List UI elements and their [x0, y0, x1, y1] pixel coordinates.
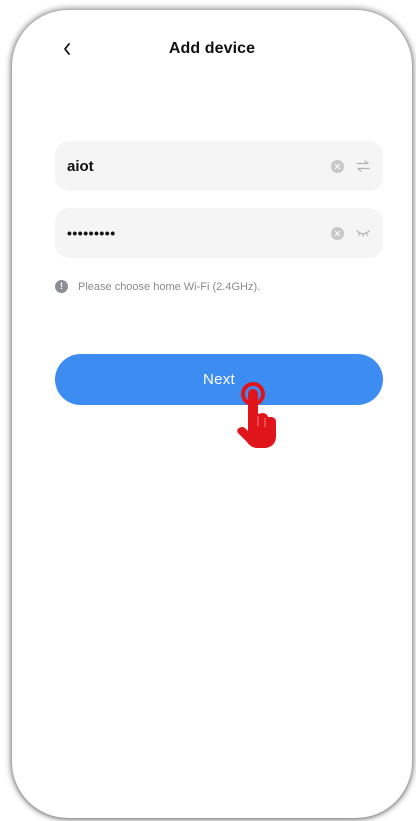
next-button[interactable]: Next	[55, 354, 383, 405]
phone-frame: Add device aiot ••••••••• ! Please choos…	[12, 10, 412, 818]
eye-closed-icon[interactable]	[355, 225, 371, 241]
page-title: Add device	[168, 40, 256, 57]
screen: Add device aiot ••••••••• ! Please choos…	[0, 0, 416, 821]
wifi-ssid-field[interactable]: aiot	[55, 141, 383, 191]
swap-arrows-icon[interactable]	[355, 158, 371, 174]
wifi-password-value[interactable]: •••••••••	[67, 225, 331, 241]
wifi-hint-text: Please choose home Wi-Fi (2.4GHz).	[78, 280, 261, 293]
wifi-password-field[interactable]: •••••••••	[55, 208, 383, 258]
clear-icon[interactable]	[331, 226, 344, 240]
wifi-hint: ! Please choose home Wi-Fi (2.4GHz).	[55, 280, 260, 293]
wifi-ssid-value[interactable]: aiot	[67, 158, 331, 175]
pointing-hand-icon	[237, 382, 276, 448]
info-icon: !	[55, 280, 68, 293]
clear-icon[interactable]	[331, 159, 344, 173]
